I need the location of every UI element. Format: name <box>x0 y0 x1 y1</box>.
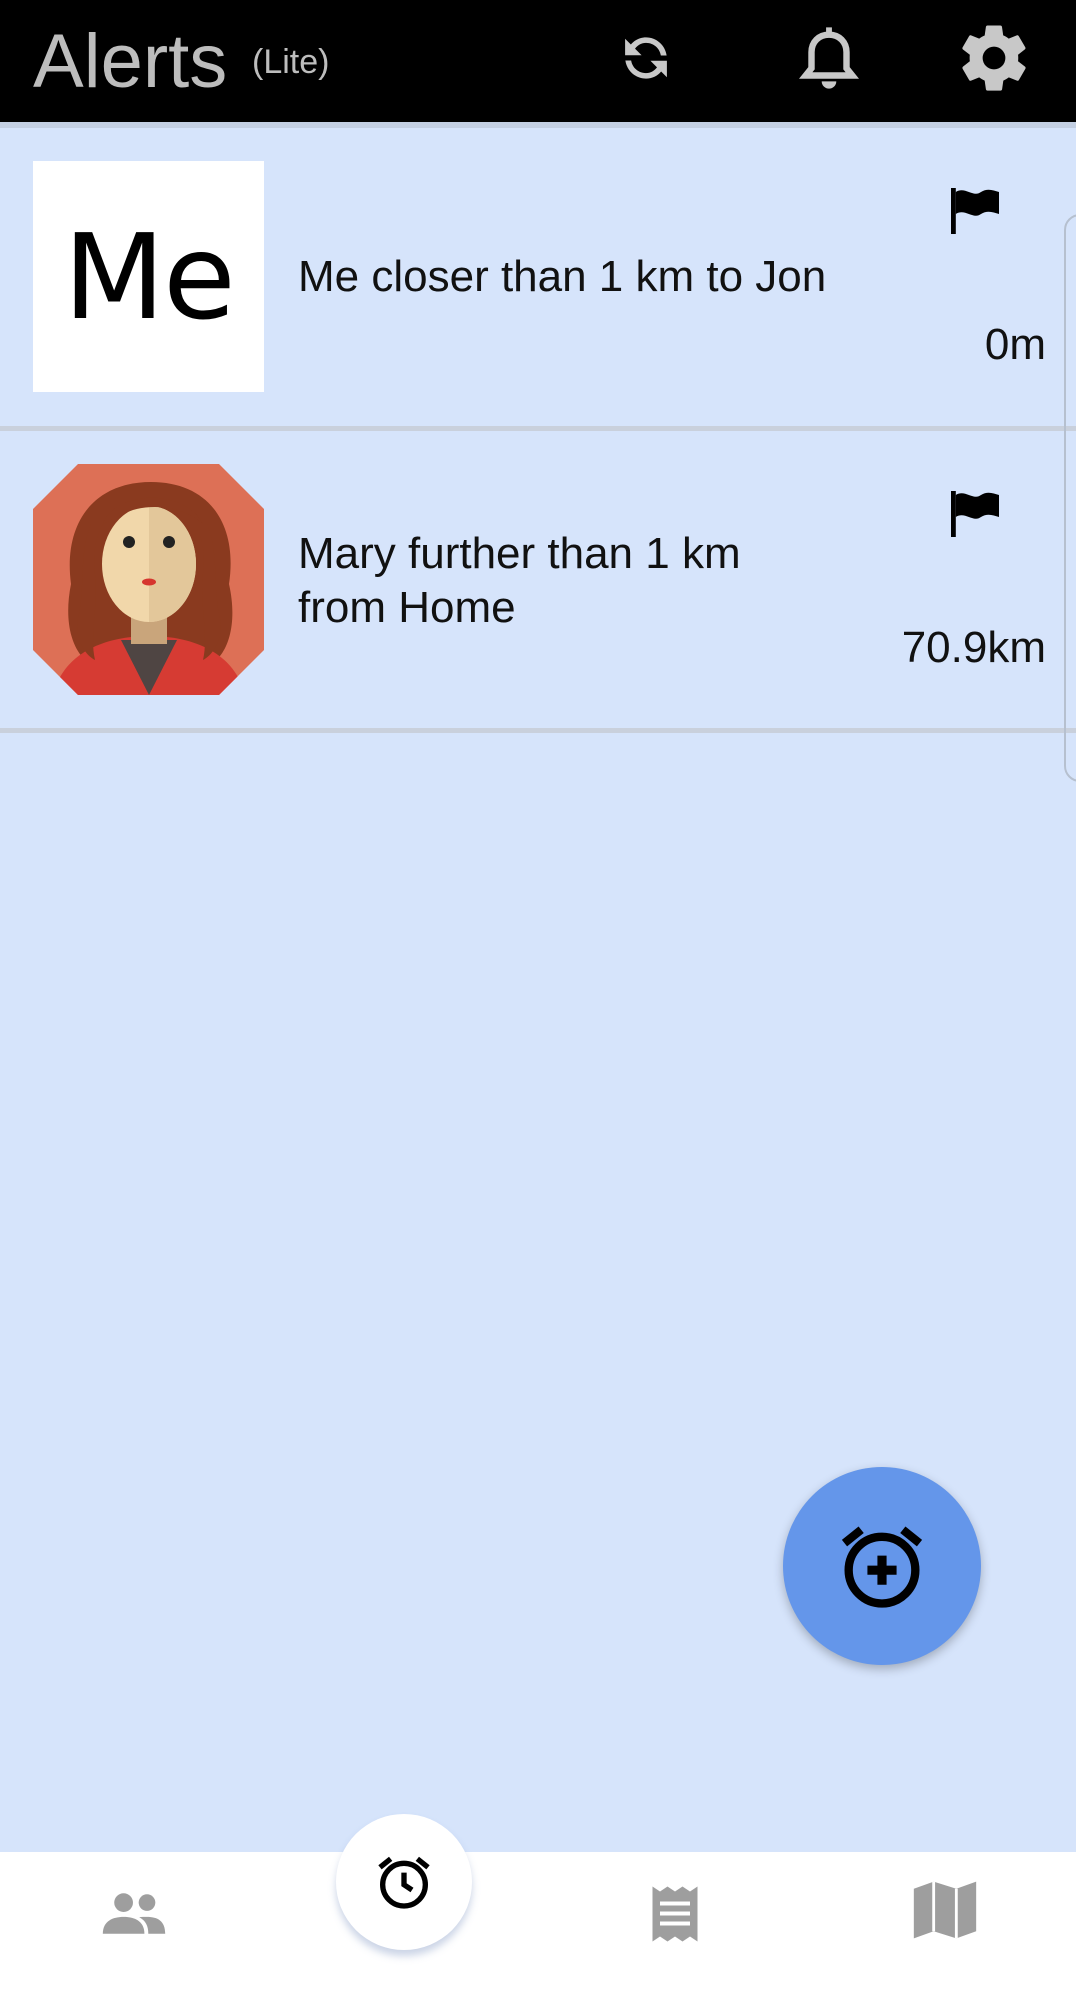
alert-text-line2: from Home <box>298 583 516 632</box>
bell-icon-svg <box>798 27 860 89</box>
avatar-me: Me <box>33 161 264 392</box>
alert-row-me[interactable]: Me Me closer than 1 km to Jon 0m <box>0 128 1076 426</box>
page-subtitle: (Lite) <box>252 43 330 81</box>
bell-icon[interactable] <box>789 18 869 98</box>
refresh-icon-svg <box>625 37 667 79</box>
avatar-text: Me <box>63 207 235 346</box>
nav-alarm-button[interactable] <box>336 1814 472 1950</box>
flag-icon[interactable] <box>947 186 1003 236</box>
alert-text-line1: Mary further than 1 km <box>298 529 741 578</box>
bottom-nav <box>0 1852 1076 1989</box>
woman-avatar-icon <box>33 464 264 695</box>
scrollbar[interactable] <box>1064 214 1076 782</box>
gear-icon-svg <box>962 25 1026 91</box>
map-icon-svg <box>913 1881 977 1939</box>
row-divider <box>0 728 1076 733</box>
alarm-icon <box>378 1856 430 1909</box>
receipt-icon-svg <box>652 1886 698 1942</box>
add-alarm-button[interactable] <box>783 1467 981 1665</box>
refresh-icon[interactable] <box>606 18 686 98</box>
alert-text: Me closer than 1 km to Jon <box>298 252 827 301</box>
alert-row-mary[interactable]: Mary further than 1 km from Home 70.9km <box>0 431 1076 728</box>
flag-icon[interactable] <box>947 489 1003 539</box>
people-icon-svg <box>102 1893 166 1934</box>
alert-distance: 70.9km <box>901 623 1046 672</box>
page-title: Alerts <box>33 19 228 104</box>
add-alarm-icon <box>841 1526 923 1608</box>
people-icon[interactable] <box>94 1873 174 1953</box>
app-bar: Alerts (Lite) <box>0 0 1076 122</box>
map-icon[interactable] <box>905 1870 985 1950</box>
alert-distance: 0m <box>984 320 1046 369</box>
receipt-icon[interactable] <box>635 1874 715 1954</box>
gear-icon[interactable] <box>954 18 1034 98</box>
alert-text: Mary further than 1 km from Home <box>298 527 741 635</box>
